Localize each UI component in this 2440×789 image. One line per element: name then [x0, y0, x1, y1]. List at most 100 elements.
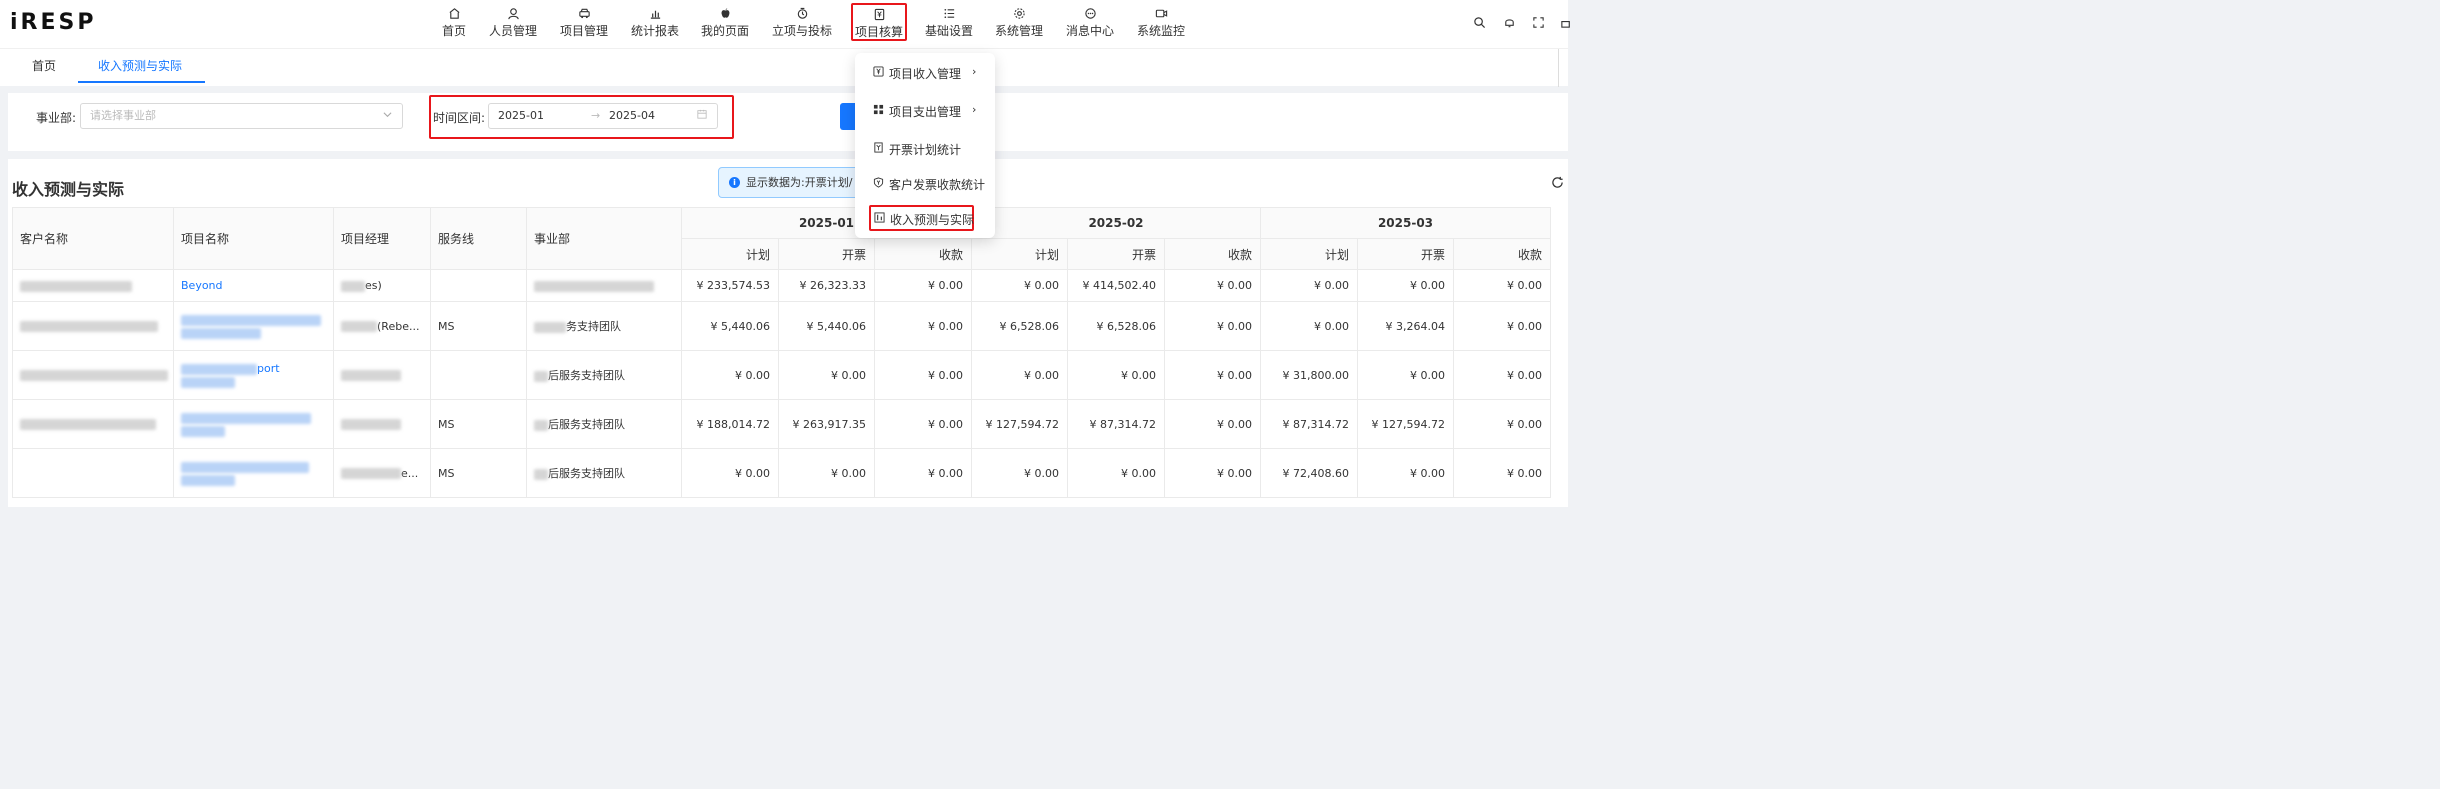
nav-item-bidding[interactable]: 立项与投标 — [772, 4, 832, 42]
tab-revenue-forecast[interactable]: 收入预测与实际 — [78, 49, 205, 83]
table-row[interactable]: e... MS 后服务支持团队 ¥ 0.00 ¥ 0.00 ¥ 0.00 ¥ 0… — [12, 448, 1551, 498]
redacted-text — [534, 419, 548, 431]
project-link[interactable] — [173, 301, 334, 351]
redacted-text — [341, 280, 365, 292]
nav-item-system-mgmt[interactable]: 系统管理 — [995, 4, 1043, 42]
header-plan: 计划 — [1260, 238, 1358, 270]
value-cell: ¥ 0.00 — [1164, 269, 1261, 302]
info-icon: i — [729, 177, 740, 188]
value-cell: ¥ 5,440.06 — [778, 301, 875, 351]
redacted-text — [20, 321, 158, 332]
menu-item-income-mgmt[interactable]: 项目收入管理 › — [855, 59, 995, 87]
redacted-text — [534, 468, 548, 480]
header-receipt: 收款 — [874, 238, 972, 270]
header-customer: 客户名称 — [12, 207, 174, 270]
nav-item-my-page[interactable]: 我的页面 — [701, 4, 749, 42]
table-row[interactable]: port 后服务支持团队 ¥ 0.00 ¥ 0.00 ¥ 0.00 ¥ 0.00… — [12, 350, 1551, 400]
nav-item-personnel[interactable]: 人员管理 — [489, 4, 537, 42]
redacted-text — [181, 376, 235, 388]
lock-icon[interactable] — [1560, 14, 1573, 33]
value-cell: ¥ 0.00 — [971, 448, 1068, 498]
top-navigation: iRESP 首页 人员管理 项目管理 统计报表 我的页面 立项与投标 项目核算 … — [0, 0, 1570, 48]
menu-item-expense-mgmt[interactable]: 项目支出管理 › — [855, 97, 995, 125]
chevron-right-icon: › — [972, 65, 977, 78]
table-row[interactable]: MS 后服务支持团队 ¥ 188,014.72 ¥ 263,917.35 ¥ 0… — [12, 399, 1551, 449]
service-cell: MS — [430, 399, 527, 449]
value-cell: ¥ 0.00 — [681, 448, 779, 498]
value-cell: ¥ 6,528.06 — [971, 301, 1068, 351]
search-icon[interactable] — [1473, 14, 1486, 33]
redacted-text — [181, 363, 257, 375]
value-cell: ¥ 0.00 — [1067, 350, 1165, 400]
nav-item-project-accounting[interactable]: 项目核算 — [851, 3, 907, 41]
nav-item-reports[interactable]: 统计报表 — [631, 4, 679, 42]
value-cell: ¥ 188,014.72 — [681, 399, 779, 449]
app-logo[interactable]: iRESP — [10, 10, 96, 35]
time-range-label: 时间区间: — [433, 111, 486, 125]
dept-cell: 后服务支持团队 — [526, 350, 682, 400]
value-cell: ¥ 0.00 — [874, 350, 972, 400]
invoice-icon — [873, 142, 884, 156]
value-cell: ¥ 26,323.33 — [778, 269, 875, 302]
manager-cell — [333, 399, 431, 449]
dept-cell: 后服务支持团队 — [526, 448, 682, 498]
value-cell: ¥ 0.00 — [1260, 301, 1358, 351]
project-link[interactable]: Beyond — [173, 269, 334, 302]
project-link[interactable] — [173, 448, 334, 498]
redacted-text — [181, 461, 309, 473]
value-cell: ¥ 0.00 — [1453, 301, 1551, 351]
customer-cell — [12, 269, 174, 302]
value-cell: ¥ 0.00 — [874, 301, 972, 351]
value-cell: ¥ 0.00 — [874, 448, 972, 498]
bar-chart-icon — [631, 4, 679, 22]
service-cell — [430, 269, 527, 302]
service-cell: MS — [430, 448, 527, 498]
nav-item-basic-settings[interactable]: 基础设置 — [925, 4, 973, 42]
gear-icon — [995, 4, 1043, 22]
bell-icon[interactable] — [1503, 14, 1516, 33]
value-cell: ¥ 0.00 — [1164, 301, 1261, 351]
project-link[interactable] — [173, 399, 334, 449]
manager-cell: (Rebe... — [333, 301, 431, 351]
redacted-text — [181, 314, 321, 326]
table-row[interactable]: Beyond es) ¥ 233,574.53 ¥ 26,323.33 ¥ 0.… — [12, 269, 1551, 302]
menu-item-invoice-plan-stats[interactable]: 开票计划统计 — [855, 135, 995, 163]
dept-cell — [526, 269, 682, 302]
menu-item-customer-invoice-stats[interactable]: 客户发票收款统计 — [855, 170, 995, 198]
shield-yen-icon — [873, 177, 884, 191]
yen-doc-icon — [873, 66, 884, 80]
nav-item-project-mgmt[interactable]: 项目管理 — [560, 4, 608, 42]
value-cell: ¥ 0.00 — [874, 269, 972, 302]
nav-item-monitoring[interactable]: 系统监控 — [1137, 4, 1185, 42]
redacted-text — [20, 419, 156, 430]
value-cell: ¥ 0.00 — [1453, 269, 1551, 302]
value-cell: ¥ 0.00 — [1164, 350, 1261, 400]
time-range-picker[interactable]: 2025-01 → 2025-04 — [488, 103, 718, 129]
project-link[interactable]: port — [173, 350, 334, 400]
dept-select[interactable]: 请选择事业部 — [80, 103, 403, 129]
nav-item-messages[interactable]: 消息中心 — [1066, 4, 1114, 42]
redacted-text — [181, 412, 311, 424]
header-invoice: 开票 — [1357, 238, 1454, 270]
value-cell: ¥ 127,594.72 — [971, 399, 1068, 449]
grid-icon — [873, 104, 884, 118]
refresh-icon[interactable] — [1551, 174, 1564, 193]
redacted-text — [20, 370, 168, 381]
nav-item-home[interactable]: 首页 — [441, 4, 467, 42]
value-cell: ¥ 0.00 — [681, 350, 779, 400]
customer-cell — [12, 448, 174, 498]
dept-label: 事业部: — [36, 111, 77, 125]
value-cell: ¥ 72,408.60 — [1260, 448, 1358, 498]
fullscreen-icon[interactable] — [1532, 14, 1545, 33]
accounting-dropdown-menu: 项目收入管理 › 项目支出管理 › 开票计划统计 客户发票收款统计 收入预测与实… — [855, 53, 995, 238]
video-icon — [1137, 4, 1185, 22]
table-row[interactable]: (Rebe... MS 务支持团队 ¥ 5,440.06 ¥ 5,440.06 … — [12, 301, 1551, 351]
value-cell: ¥ 87,314.72 — [1260, 399, 1358, 449]
menu-item-revenue-forecast[interactable]: 收入预测与实际 — [869, 205, 974, 231]
redacted-text — [181, 327, 261, 339]
value-cell: ¥ 0.00 — [1164, 448, 1261, 498]
time-range-start[interactable]: 2025-01 — [498, 109, 544, 122]
header-plan: 计划 — [681, 238, 779, 270]
tab-home[interactable]: 首页 — [12, 49, 76, 83]
time-range-end[interactable]: 2025-04 — [609, 109, 655, 122]
